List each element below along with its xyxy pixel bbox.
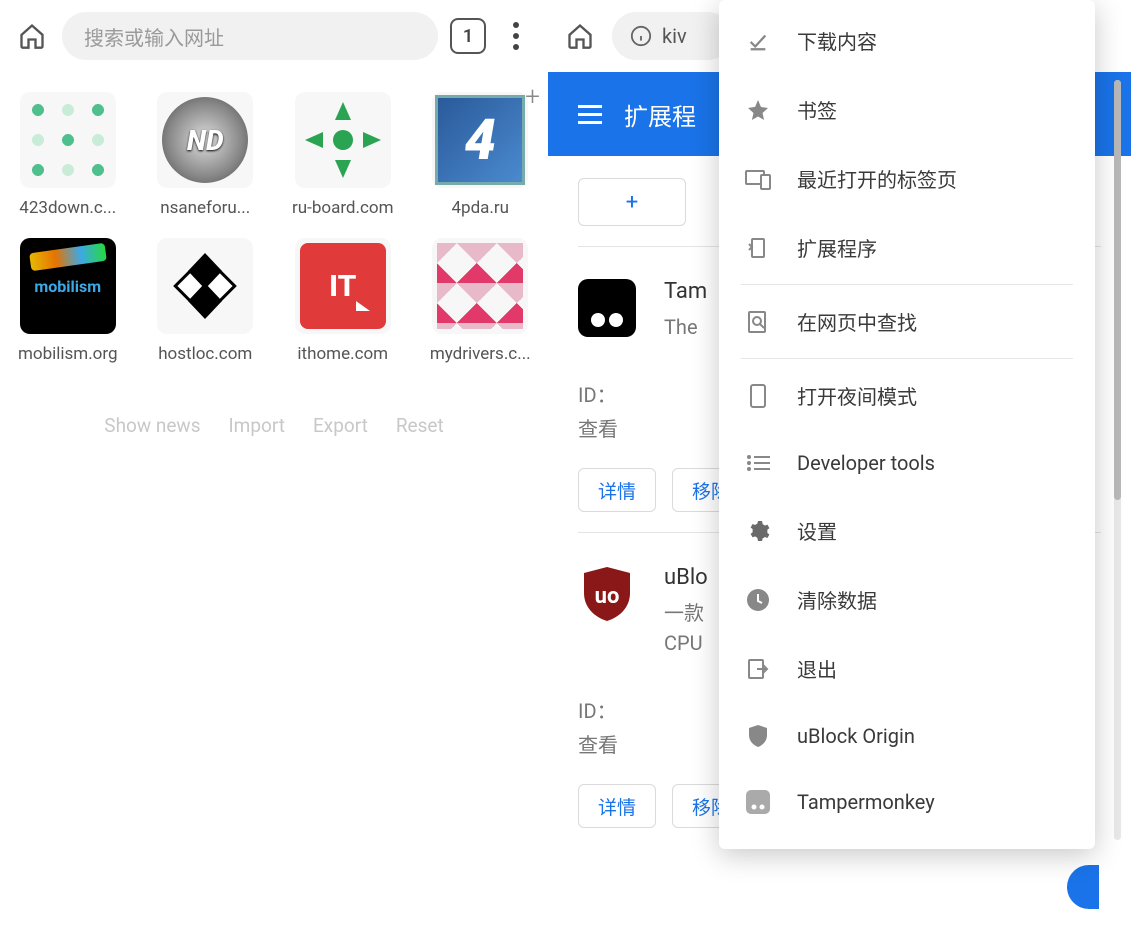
menu-clear-data[interactable]: 清除数据 (719, 565, 1095, 634)
menu-extensions[interactable]: 扩展程序 (719, 213, 1095, 282)
search-page-icon (745, 309, 771, 335)
tile-actions: Show news Import Export Reset (0, 414, 548, 437)
extension-desc: 一款CPU (664, 598, 708, 658)
tile-nsaneforums[interactable]: ND nsaneforu... (142, 92, 270, 218)
tab-count-button[interactable]: 1 (450, 18, 486, 54)
show-news-link[interactable]: Show news (104, 414, 200, 437)
tile-mobilism[interactable]: mobilism mobilism.org (4, 238, 132, 364)
devices-icon (745, 166, 771, 192)
tile-ithome[interactable]: IT ithome.com (279, 238, 407, 364)
menu-developer-tools[interactable]: Developer tools (719, 430, 1095, 496)
menu-settings[interactable]: 设置 (719, 496, 1095, 565)
menu-icon[interactable] (578, 105, 602, 124)
extension-title: Tam (664, 279, 707, 304)
tile-label: 423down.c... (19, 198, 116, 218)
list-icon (745, 450, 771, 476)
tile-4pda[interactable]: + 4 4pda.ru (417, 92, 545, 218)
extension-icon (745, 235, 771, 261)
menu-exit[interactable]: 退出 (719, 634, 1095, 703)
divider (741, 284, 1073, 285)
check-icon (745, 28, 771, 54)
info-icon (630, 25, 652, 47)
extension-icon (578, 279, 636, 337)
tile-label: mydrivers.c... (430, 344, 531, 364)
menu-recent-tabs[interactable]: 最近打开的标签页 (719, 144, 1095, 213)
menu-find-in-page[interactable]: 在网页中查找 (719, 287, 1095, 356)
page-title: 扩展程 (624, 97, 696, 132)
divider (741, 358, 1073, 359)
import-link[interactable]: Import (229, 414, 285, 437)
tile-423down[interactable]: 423down.c... (4, 92, 132, 218)
tile-label: mobilism.org (18, 344, 118, 364)
shield-icon (745, 723, 771, 749)
extension-desc: The (664, 312, 707, 342)
menu-ext-tampermonkey[interactable]: Tampermonkey (719, 769, 1095, 835)
clock-icon (745, 587, 771, 613)
star-icon (745, 97, 771, 123)
tile-label: hostloc.com (158, 344, 252, 364)
left-toolbar: 搜索或输入网址 1 (0, 0, 548, 72)
svg-text:uo: uo (595, 584, 620, 609)
plus-icon: + (525, 82, 540, 112)
tile-hostloc[interactable]: hostloc.com (142, 238, 270, 364)
tile-label: nsaneforu... (160, 198, 250, 218)
menu-downloads[interactable]: 下载内容 (719, 6, 1095, 75)
gear-icon (745, 518, 771, 544)
export-link[interactable]: Export (313, 414, 368, 437)
home-button[interactable] (562, 18, 598, 54)
url-bar[interactable]: kiv (612, 12, 732, 60)
exit-icon (745, 656, 771, 682)
tile-label: ithome.com (297, 344, 388, 364)
tile-mydrivers[interactable]: mydrivers.c... (417, 238, 545, 364)
details-button[interactable]: 详情 (578, 784, 656, 828)
url-text: kiv (662, 24, 687, 48)
scrollbar[interactable] (1114, 80, 1121, 840)
search-input[interactable]: 搜索或输入网址 (62, 12, 438, 60)
new-tab-page: 搜索或输入网址 1 423down.c... ND nsaneforu... r… (0, 0, 548, 925)
extension-title: uBlo (664, 565, 708, 590)
overflow-menu-button[interactable] (498, 18, 534, 54)
fab-partial[interactable] (1067, 865, 1099, 909)
extension-icon: uo (578, 565, 636, 623)
details-button[interactable]: 详情 (578, 468, 656, 512)
home-button[interactable] (14, 18, 50, 54)
tampermonkey-icon (745, 789, 771, 815)
tile-label: ru-board.com (292, 198, 394, 218)
overflow-menu: 下载内容 书签 最近打开的标签页 扩展程序 在网页中查找 打开夜间模式 Deve… (719, 0, 1095, 849)
menu-bookmarks[interactable]: 书签 (719, 75, 1095, 144)
menu-night-mode[interactable]: 打开夜间模式 (719, 361, 1095, 430)
add-extension-button[interactable]: + (578, 178, 686, 226)
reset-link[interactable]: Reset (396, 414, 444, 437)
tile-label: 4pda.ru (451, 198, 509, 218)
speed-dial-grid: 423down.c... ND nsaneforu... ru-board.co… (0, 72, 548, 364)
tile-ruboard[interactable]: ru-board.com (279, 92, 407, 218)
phone-icon (745, 383, 771, 409)
menu-ext-ublock[interactable]: uBlock Origin (719, 703, 1095, 769)
